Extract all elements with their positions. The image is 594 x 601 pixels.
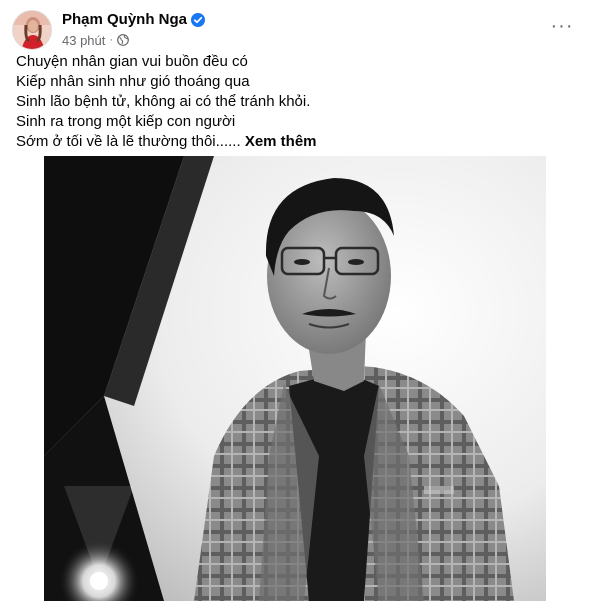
- see-more-link[interactable]: Xem thêm: [245, 133, 317, 150]
- post-text-line: Kiếp nhân sinh như gió thoáng qua: [16, 73, 250, 90]
- post-text-line: Sinh ra trong một kiếp con người: [16, 113, 236, 130]
- post-text-last-line: Sớm ở tối về là lẽ thường thôi...... Xem…: [16, 132, 576, 152]
- post-meta: 43 phút ·: [62, 32, 129, 48]
- avatar-image: [13, 11, 51, 49]
- post-timestamp[interactable]: 43 phút: [62, 33, 105, 48]
- author-name[interactable]: Phạm Quỳnh Nga: [62, 10, 187, 30]
- post-photo[interactable]: [44, 156, 546, 601]
- portrait-photo-image: [44, 156, 546, 601]
- facebook-post: Phạm Quỳnh Nga 43 phút · ··· Chuyện nhân…: [0, 0, 594, 601]
- meta-separator: ·: [109, 34, 114, 46]
- globe-icon[interactable]: [117, 34, 129, 46]
- more-options-button[interactable]: ···: [548, 12, 576, 40]
- post-text-line: Sớm ở tối về là lẽ thường thôi......: [16, 133, 241, 150]
- post-media: [0, 156, 594, 601]
- post-text-line: Sinh lão bệnh tử, không ai có thể tránh …: [16, 93, 311, 110]
- post-text-line: Chuyện nhân gian vui buồn đều có: [16, 53, 248, 70]
- more-horizontal-icon: ···: [550, 15, 574, 37]
- post-text: Chuyện nhân gian vui buồn đều có Kiếp nh…: [16, 52, 576, 152]
- author-avatar[interactable]: [12, 10, 52, 50]
- verified-badge-icon: [191, 13, 206, 27]
- post-header: Phạm Quỳnh Nga 43 phút · ···: [12, 10, 582, 50]
- author-name-row: Phạm Quỳnh Nga: [62, 10, 206, 30]
